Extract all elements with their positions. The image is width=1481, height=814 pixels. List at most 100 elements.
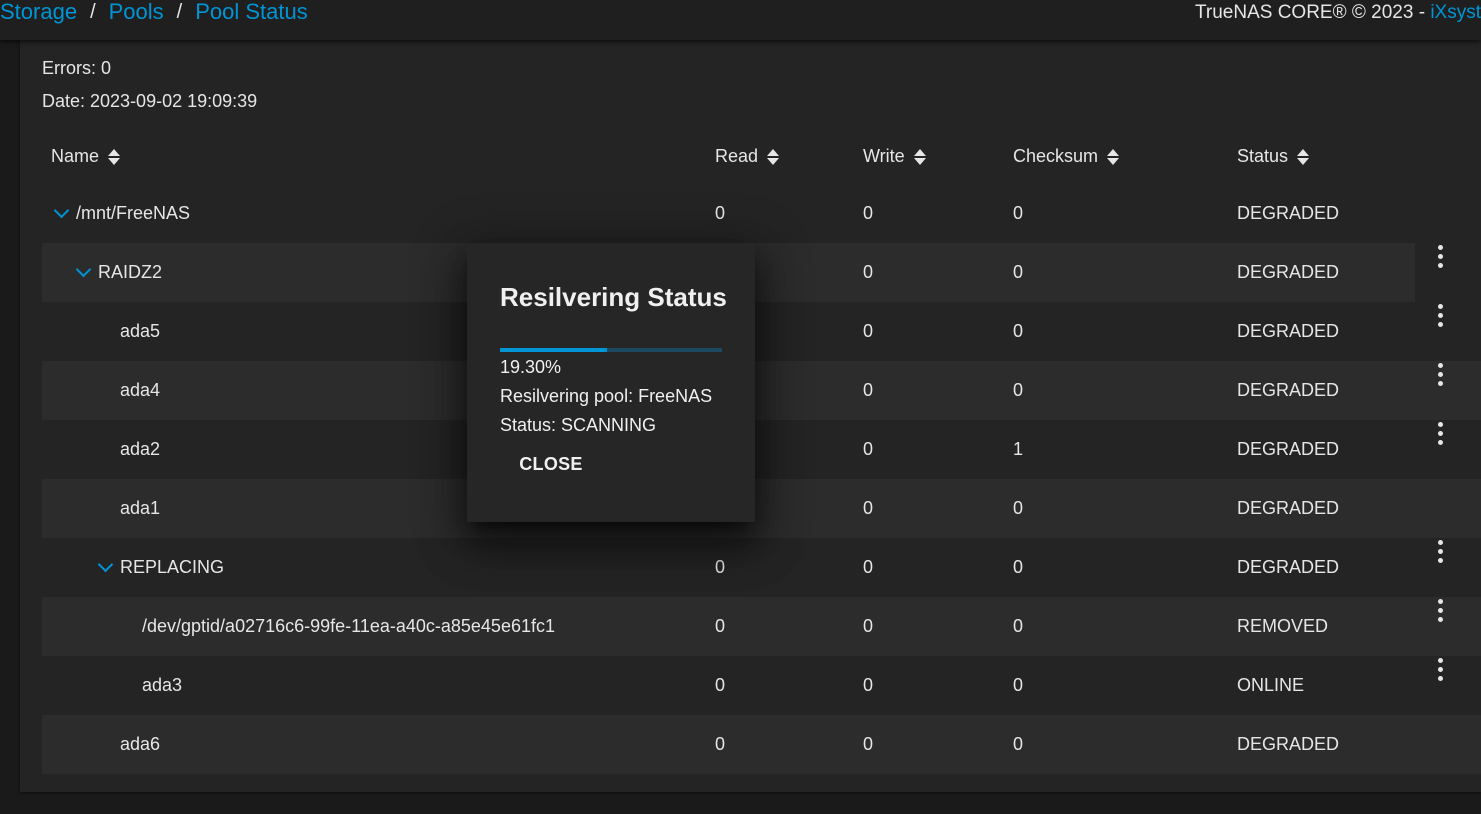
column-header-status-label: Status	[1237, 146, 1289, 166]
row-checksum: 0	[1013, 380, 1024, 400]
more-vert-icon[interactable]	[1438, 422, 1444, 446]
ixsystems-link[interactable]: iXsyst	[1430, 2, 1481, 24]
row-read: 0	[715, 203, 726, 223]
column-header-name-label: Name	[51, 146, 100, 166]
sort-icon	[1107, 148, 1120, 166]
row-name-label: /dev/gptid/a02716c6-99fe-11ea-a40c-a85e4…	[142, 616, 555, 636]
row-write: 0	[863, 439, 874, 459]
resilver-progress-bar	[500, 348, 722, 352]
row-write: 0	[863, 380, 874, 400]
row-write: 0	[863, 498, 874, 518]
table-row: ada6 0 0 0 DEGRADED	[42, 715, 1481, 774]
sort-icon	[767, 148, 780, 166]
row-write: 0	[863, 675, 874, 695]
row-checksum: 0	[1013, 675, 1024, 695]
breadcrumb-pools[interactable]: Pools	[109, 0, 164, 25]
row-status: ONLINE	[1237, 675, 1305, 695]
row-checksum: 0	[1013, 734, 1024, 754]
row-name-label: ada1	[120, 498, 161, 518]
row-checksum: 0	[1013, 616, 1024, 636]
row-write: 0	[863, 321, 874, 341]
more-vert-icon[interactable]	[1438, 599, 1444, 623]
column-header-write-label: Write	[863, 146, 905, 166]
row-name-label: ada2	[120, 439, 161, 459]
more-vert-icon[interactable]	[1438, 304, 1444, 328]
scan-errors: Errors: 0	[42, 58, 112, 78]
row-checksum: 0	[1013, 203, 1024, 223]
row-status: DEGRADED	[1237, 380, 1340, 400]
resilver-status-text: Status: SCANNING	[500, 415, 657, 435]
row-checksum: 0	[1013, 321, 1024, 341]
column-header-read[interactable]: Read	[715, 146, 780, 167]
more-vert-icon[interactable]	[1438, 245, 1444, 269]
column-header-name[interactable]: Name	[51, 146, 121, 167]
row-name: ada6	[120, 715, 160, 774]
row-write: 0	[863, 262, 874, 282]
row-status: DEGRADED	[1237, 557, 1340, 577]
row-checksum: 0	[1013, 498, 1024, 518]
more-vert-icon[interactable]	[1438, 363, 1444, 387]
row-status: DEGRADED	[1237, 321, 1340, 341]
row-name[interactable]: REPLACING	[97, 538, 224, 597]
row-name: /dev/gptid/a02716c6-99fe-11ea-a40c-a85e4…	[142, 597, 555, 656]
row-name: ada4	[120, 361, 160, 420]
row-name-label: ada3	[142, 675, 183, 695]
row-read: 0	[715, 734, 726, 754]
breadcrumb-separator: /	[176, 0, 183, 23]
scan-date: Date: 2023-09-02 19:09:39	[42, 91, 258, 111]
row-status: DEGRADED	[1237, 439, 1340, 459]
resilver-progress-fill	[500, 348, 607, 352]
row-status: DEGRADED	[1237, 262, 1340, 282]
sort-icon	[1297, 148, 1310, 166]
breadcrumb-separator: /	[90, 0, 96, 23]
row-name-label: RAIDZ2	[98, 262, 163, 282]
row-name-label: ada5	[120, 321, 161, 341]
sort-icon	[108, 148, 121, 166]
row-name: ada5	[120, 302, 160, 361]
chevron-down-icon[interactable]	[75, 261, 92, 277]
copyright-text: TrueNAS CORE® © 2023 -	[1195, 2, 1431, 23]
column-header-status[interactable]: Status	[1237, 146, 1310, 167]
close-button[interactable]: CLOSE	[507, 448, 595, 480]
row-name[interactable]: /mnt/FreeNAS	[53, 184, 191, 243]
breadcrumb: Storage / Pools / Pool Status	[0, 0, 308, 27]
row-checksum: 0	[1013, 557, 1024, 577]
row-write: 0	[863, 557, 874, 577]
resilvering-pool-text: Resilvering pool: FreeNAS	[500, 386, 713, 406]
row-name: ada3	[142, 656, 182, 715]
row-name[interactable]: RAIDZ2	[75, 243, 163, 302]
row-status: DEGRADED	[1237, 498, 1340, 518]
column-header-checksum[interactable]: Checksum	[1013, 146, 1120, 167]
chevron-down-icon[interactable]	[53, 202, 70, 218]
row-read: 0	[715, 616, 726, 636]
row-name-label: ada6	[120, 734, 161, 754]
progress-percent: 19.30%	[500, 357, 562, 377]
row-name-label: ada4	[120, 380, 161, 400]
row-status: DEGRADED	[1237, 734, 1340, 754]
breadcrumb-storage[interactable]: Storage	[0, 0, 77, 25]
row-write: 0	[863, 734, 874, 754]
row-checksum: 1	[1013, 439, 1024, 459]
resilvering-status-dialog: Resilvering Status 19.30% Resilvering po…	[467, 243, 755, 522]
column-header-read-label: Read	[715, 146, 759, 166]
more-vert-icon[interactable]	[1438, 540, 1444, 564]
row-name: ada2	[120, 420, 160, 479]
row-name-label: /mnt/FreeNAS	[76, 203, 191, 223]
row-read: 0	[715, 675, 726, 695]
row-write: 0	[863, 616, 874, 636]
table-row: ada1000DEGRADED	[42, 479, 1481, 538]
row-status: REMOVED	[1237, 616, 1329, 636]
more-vert-icon[interactable]	[1438, 658, 1444, 682]
table-row: ada4000DEGRADED	[42, 361, 1481, 420]
column-header-write[interactable]: Write	[863, 146, 926, 167]
row-read: 0	[715, 557, 726, 577]
chevron-down-icon[interactable]	[97, 556, 114, 572]
copyright: TrueNAS CORE® © 2023 - iXsyst	[1195, 0, 1481, 27]
row-status: DEGRADED	[1237, 203, 1340, 223]
breadcrumb-pool-status[interactable]: Pool Status	[195, 0, 308, 25]
table-row: /dev/gptid/a02716c6-99fe-11ea-a40c-a85e4…	[42, 597, 1481, 656]
sort-icon	[913, 148, 926, 166]
row-checksum: 0	[1013, 262, 1024, 282]
row-name: ada1	[120, 479, 160, 538]
top-bar: Storage / Pools / Pool Status TrueNAS CO…	[0, 0, 1481, 40]
